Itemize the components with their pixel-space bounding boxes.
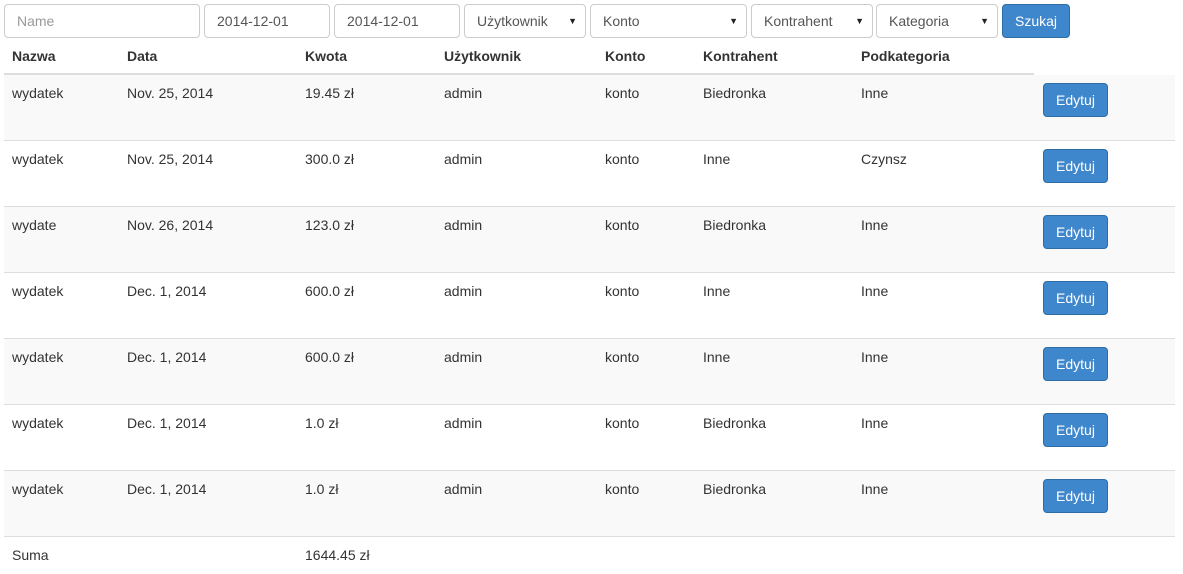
cell-data: Nov. 25, 2014 — [127, 85, 214, 101]
cell-konto: konto — [605, 283, 640, 299]
edit-button[interactable]: Edytuj — [1043, 413, 1108, 447]
cell-kontrahent: Biedronka — [703, 415, 767, 431]
cell-podkategoria: Inne — [861, 481, 889, 497]
header-kwota: Kwota — [305, 48, 347, 64]
edit-button[interactable]: Edytuj — [1043, 149, 1108, 183]
edit-button[interactable]: Edytuj — [1043, 83, 1108, 117]
cell-konto: konto — [605, 349, 640, 365]
header-podkategoria: Podkategoria — [861, 48, 950, 64]
cell-kontrahent: Inne — [703, 349, 731, 365]
table-row: wydate Nov. 26, 2014 123.0 zł admin kont… — [4, 207, 1175, 273]
cell-data: Dec. 1, 2014 — [127, 481, 207, 497]
cell-kontrahent: Biedronka — [703, 481, 767, 497]
cell-nazwa: wydatek — [12, 283, 64, 299]
account-select[interactable]: Konto ▼ — [590, 4, 747, 38]
cell-nazwa: wydatek — [12, 85, 64, 101]
search-button[interactable]: Szukaj — [1002, 4, 1070, 38]
cell-uzytkownik: admin — [444, 85, 483, 101]
summary-label: Suma — [12, 547, 49, 563]
cell-podkategoria: Czynsz — [861, 151, 907, 167]
contractor-select-value: Kontrahent — [764, 13, 833, 29]
header-data: Data — [127, 48, 158, 64]
cell-data: Dec. 1, 2014 — [127, 415, 207, 431]
table-row: wydatek Nov. 25, 2014 19.45 zł admin kon… — [4, 75, 1175, 141]
cell-kontrahent: Inne — [703, 283, 731, 299]
table-row: wydatek Dec. 1, 2014 600.0 zł admin kont… — [4, 273, 1175, 339]
header-uzytkownik: Użytkownik — [444, 48, 522, 64]
cell-kwota: 600.0 zł — [305, 283, 355, 299]
cell-nazwa: wydate — [12, 217, 57, 233]
edit-button[interactable]: Edytuj — [1043, 281, 1108, 315]
edit-button[interactable]: Edytuj — [1043, 479, 1108, 513]
account-select-value: Konto — [603, 13, 640, 29]
cell-kontrahent: Inne — [703, 151, 731, 167]
summary-total: 1644.45 zł — [305, 547, 370, 563]
cell-konto: konto — [605, 151, 640, 167]
cell-konto: konto — [605, 217, 640, 233]
cell-nazwa: wydatek — [12, 415, 64, 431]
cell-uzytkownik: admin — [444, 283, 483, 299]
caret-down-icon: ▼ — [729, 16, 738, 26]
cell-podkategoria: Inne — [861, 85, 889, 101]
header-konto: Konto — [605, 48, 646, 64]
cell-uzytkownik: admin — [444, 415, 483, 431]
caret-down-icon: ▼ — [568, 16, 577, 26]
cell-kwota: 600.0 zł — [305, 349, 355, 365]
expenses-table: Nazwa Data Kwota Użytkownik Konto Kontra… — [4, 38, 1175, 573]
name-input[interactable] — [4, 4, 200, 38]
table-row: wydatek Dec. 1, 2014 600.0 zł admin kont… — [4, 339, 1175, 405]
cell-data: Nov. 26, 2014 — [127, 217, 214, 233]
cell-uzytkownik: admin — [444, 151, 483, 167]
cell-nazwa: wydatek — [12, 481, 64, 497]
cell-data: Dec. 1, 2014 — [127, 349, 207, 365]
cell-data: Nov. 25, 2014 — [127, 151, 214, 167]
cell-uzytkownik: admin — [444, 217, 483, 233]
cell-nazwa: wydatek — [12, 349, 64, 365]
cell-konto: konto — [605, 85, 640, 101]
cell-konto: konto — [605, 415, 640, 431]
summary-row: Suma 1644.45 zł — [4, 537, 1034, 573]
cell-kwota: 123.0 zł — [305, 217, 355, 233]
cell-data: Dec. 1, 2014 — [127, 283, 207, 299]
cell-uzytkownik: admin — [444, 481, 483, 497]
contractor-select[interactable]: Kontrahent ▼ — [751, 4, 873, 38]
edit-button[interactable]: Edytuj — [1043, 347, 1108, 381]
caret-down-icon: ▼ — [980, 16, 989, 26]
header-nazwa: Nazwa — [12, 48, 56, 64]
edit-button[interactable]: Edytuj — [1043, 215, 1108, 249]
date-to-input[interactable]: 2014-12-01 — [334, 4, 460, 38]
cell-kwota: 300.0 zł — [305, 151, 355, 167]
table-row: wydatek Nov. 25, 2014 300.0 zł admin kon… — [4, 141, 1175, 207]
table-header: Nazwa Data Kwota Użytkownik Konto Kontra… — [4, 38, 1034, 75]
cell-kwota: 19.45 zł — [305, 85, 355, 101]
cell-nazwa: wydatek — [12, 151, 64, 167]
user-select-value: Użytkownik — [477, 13, 548, 29]
category-select-value: Kategoria — [889, 13, 949, 29]
cell-uzytkownik: admin — [444, 349, 483, 365]
cell-kontrahent: Biedronka — [703, 217, 767, 233]
cell-podkategoria: Inne — [861, 217, 889, 233]
cell-kwota: 1.0 zł — [305, 415, 339, 431]
cell-podkategoria: Inne — [861, 415, 889, 431]
table-row: wydatek Dec. 1, 2014 1.0 zł admin konto … — [4, 471, 1175, 537]
date-from-input[interactable]: 2014-12-01 — [204, 4, 330, 38]
cell-kwota: 1.0 zł — [305, 481, 339, 497]
header-kontrahent: Kontrahent — [703, 48, 778, 64]
table-row: wydatek Dec. 1, 2014 1.0 zł admin konto … — [4, 405, 1175, 471]
cell-kontrahent: Biedronka — [703, 85, 767, 101]
cell-podkategoria: Inne — [861, 349, 889, 365]
user-select[interactable]: Użytkownik ▼ — [464, 4, 586, 38]
caret-down-icon: ▼ — [855, 16, 864, 26]
category-select[interactable]: Kategoria ▼ — [876, 4, 998, 38]
cell-podkategoria: Inne — [861, 283, 889, 299]
cell-konto: konto — [605, 481, 640, 497]
